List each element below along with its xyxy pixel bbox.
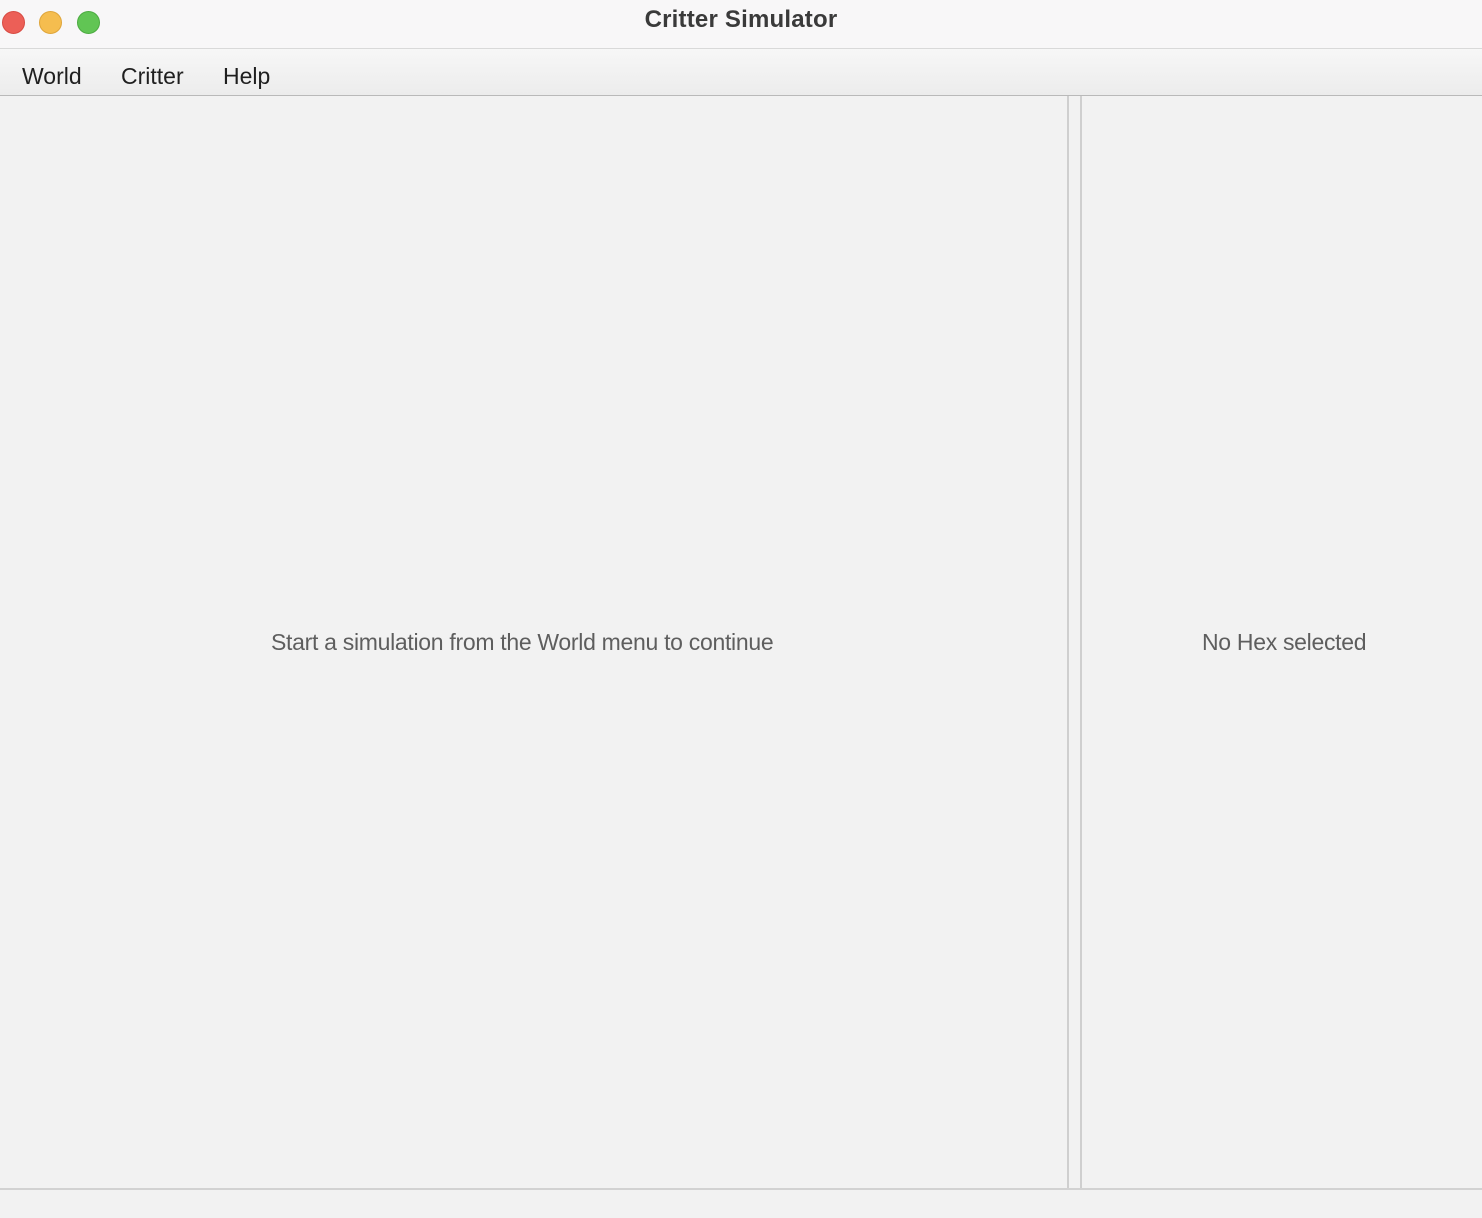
window-title: Critter Simulator [644, 6, 838, 33]
menu-help[interactable]: Help [223, 63, 270, 90]
title-bar[interactable]: Critter Simulator [0, 0, 1482, 49]
menu-world[interactable]: World [22, 63, 82, 90]
world-view-pane[interactable]: Start a simulation from the World menu t… [0, 96, 1067, 1188]
split-pane-divider[interactable] [1067, 96, 1082, 1188]
app-window: Critter Simulator World Critter Help Sta… [0, 0, 1482, 1218]
world-empty-message: Start a simulation from the World menu t… [271, 629, 774, 655]
menu-critter[interactable]: Critter [121, 63, 184, 90]
menu-bar: World Critter Help [0, 49, 1482, 96]
status-bar [0, 1188, 1482, 1218]
hex-empty-message: No Hex selected [1202, 629, 1367, 655]
hex-info-pane: No Hex selected [1082, 96, 1482, 1188]
